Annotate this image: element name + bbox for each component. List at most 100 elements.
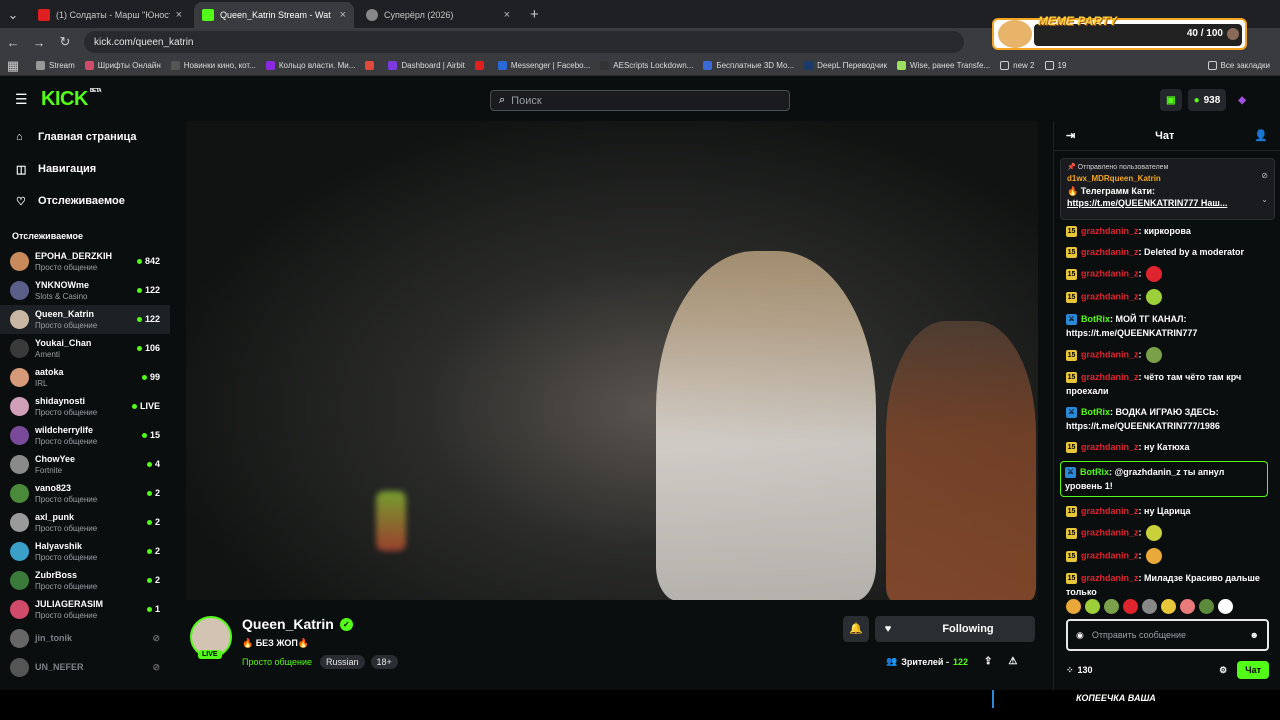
pinned-user[interactable]: d1wx_MDRqueen_Katrin bbox=[1067, 174, 1268, 183]
emote-icon[interactable] bbox=[1218, 599, 1233, 614]
users-icon[interactable]: 👤 bbox=[1254, 129, 1268, 142]
chat-username[interactable]: grazhdanin_z bbox=[1081, 291, 1139, 301]
followed-channel[interactable]: vano823 Просто общение 2 bbox=[0, 479, 170, 508]
bookmark[interactable]: Stream bbox=[36, 61, 75, 70]
chat-username[interactable]: grazhdanin_z bbox=[1081, 247, 1139, 257]
chat-username[interactable]: grazhdanin_z bbox=[1081, 349, 1139, 359]
kick-logo[interactable]: KICK BETA bbox=[41, 88, 102, 111]
share-icon[interactable]: ⇪ bbox=[984, 656, 992, 667]
tag[interactable]: 18+ bbox=[370, 655, 398, 669]
bookmark[interactable]: Бесплатные 3D Мо... bbox=[703, 61, 794, 70]
send-chat-button[interactable]: Чат bbox=[1237, 661, 1269, 679]
emote-icon[interactable] bbox=[1066, 599, 1081, 614]
chat-username[interactable]: BotRix bbox=[1081, 407, 1110, 417]
gear-icon[interactable]: ⚙ bbox=[1219, 665, 1227, 676]
follow-button[interactable]: ♥ Following bbox=[875, 616, 1035, 642]
chat-username[interactable]: grazhdanin_z bbox=[1081, 573, 1139, 583]
chat-username[interactable]: grazhdanin_z bbox=[1081, 268, 1139, 278]
followed-channel[interactable]: Halyavshik Просто общение 2 bbox=[0, 537, 170, 566]
emote-icon[interactable] bbox=[1104, 599, 1119, 614]
sub-badge-icon: 15 bbox=[1066, 349, 1077, 361]
apps-icon[interactable]: ▦ bbox=[0, 58, 26, 74]
followed-channel[interactable]: ZubrBoss Просто общение 2 bbox=[0, 566, 170, 595]
stream-manager-icon[interactable]: ▣ bbox=[1160, 89, 1182, 111]
report-icon[interactable]: ⚠ bbox=[1008, 656, 1017, 667]
bookmark[interactable]: Wise, ранее Transfe... bbox=[896, 61, 990, 70]
chat-username[interactable]: grazhdanin_z bbox=[1081, 550, 1139, 560]
emote-icon[interactable] bbox=[1142, 599, 1157, 614]
avatar bbox=[10, 397, 29, 416]
followed-channel[interactable]: ChowYee Fortnite 4 bbox=[0, 450, 170, 479]
kick-points-balance[interactable]: ● 938 bbox=[1187, 89, 1227, 111]
chat-username[interactable]: BotRix bbox=[1081, 314, 1110, 324]
avatar[interactable]: ◆ bbox=[1232, 89, 1252, 111]
followed-channel[interactable]: shidaynosti Просто общение LIVE bbox=[0, 392, 170, 421]
all-bookmarks[interactable]: Все закладки bbox=[1207, 61, 1270, 70]
followed-channel[interactable]: wildcherrylife Просто общение 15 bbox=[0, 421, 170, 450]
search-input[interactable]: ⌕ Поиск bbox=[490, 90, 790, 111]
nav-following[interactable]: ♡ Отслеживаемое bbox=[0, 185, 170, 217]
unpin-icon[interactable]: ⊘ bbox=[1261, 171, 1268, 180]
reload-icon[interactable]: ↻ bbox=[52, 34, 78, 50]
followed-channel[interactable]: JULIAGERASIM Просто общение 1 bbox=[0, 595, 170, 624]
followed-channel[interactable]: Youkai_Chan Amenti 106 bbox=[0, 334, 170, 363]
emote-icon[interactable] bbox=[1085, 599, 1100, 614]
emote-icon[interactable] bbox=[1180, 599, 1195, 614]
chat-points[interactable]: 130 bbox=[1078, 665, 1093, 675]
smile-icon[interactable]: ☻ bbox=[1250, 630, 1259, 640]
followed-channel[interactable]: YNKNOWme Slots & Casino 122 bbox=[0, 276, 170, 305]
chat-username[interactable]: grazhdanin_z bbox=[1081, 527, 1139, 537]
bookmark-folder[interactable]: new 2 bbox=[1000, 61, 1035, 70]
close-tab-icon[interactable]: × bbox=[504, 9, 510, 21]
collapse-chat-icon[interactable]: ⇥ bbox=[1066, 129, 1075, 142]
browser-tab[interactable]: (1) Солдаты - Марш "Юность × bbox=[30, 2, 190, 28]
emote-picker-icon[interactable]: ◉ bbox=[1076, 630, 1084, 641]
chat-username[interactable]: BotRix bbox=[1080, 467, 1109, 477]
category-link[interactable]: Просто общение bbox=[242, 657, 312, 667]
followed-channel-category: Просто общение bbox=[35, 320, 98, 330]
close-tab-icon[interactable]: × bbox=[176, 9, 182, 21]
video-person bbox=[886, 321, 1036, 600]
nav-home[interactable]: ⌂ Главная страница bbox=[0, 121, 170, 153]
followed-channel[interactable]: axl_punk Просто общение 2 bbox=[0, 508, 170, 537]
back-icon[interactable]: ← bbox=[0, 35, 26, 50]
bookmark[interactable]: Шрифты Онлайн bbox=[84, 61, 161, 70]
chat-username[interactable]: grazhdanin_z bbox=[1081, 506, 1139, 516]
browser-tab[interactable]: Суперёрл (2026) × bbox=[358, 2, 518, 28]
followed-channel[interactable]: aatoka IRL 99 bbox=[0, 363, 170, 392]
bookmark[interactable]: Новинки кино, кот... bbox=[170, 61, 256, 70]
chat-username[interactable]: grazhdanin_z bbox=[1081, 372, 1139, 382]
menu-icon[interactable]: ☰ bbox=[15, 91, 29, 108]
expand-icon[interactable]: ⌄ bbox=[1261, 195, 1268, 204]
chat-username[interactable]: grazhdanin_z bbox=[1081, 226, 1139, 236]
chat-messages: 15 grazhdanin_z: киркорова 15 grazhdanin_z:… bbox=[1060, 224, 1271, 606]
bookmark[interactable]: Messenger | Facebo... bbox=[497, 61, 590, 70]
channel-name[interactable]: Queen_Katrin ✓ bbox=[242, 616, 353, 632]
forward-icon[interactable]: → bbox=[26, 35, 52, 50]
new-tab-button[interactable]: + bbox=[530, 2, 539, 28]
video-player[interactable] bbox=[186, 121, 1038, 600]
chat-username[interactable]: grazhdanin_z bbox=[1081, 442, 1139, 452]
nav-browse[interactable]: ◫ Навигация bbox=[0, 153, 170, 185]
browser-tab-active[interactable]: Queen_Katrin Stream - Wat × bbox=[194, 2, 354, 28]
followed-channel[interactable]: Queen_Katrin Просто общение 122 bbox=[0, 305, 170, 334]
followed-channel[interactable]: UN_NEFER ⊘ bbox=[0, 653, 170, 682]
emote-icon[interactable] bbox=[1161, 599, 1176, 614]
url-input[interactable]: kick.com/queen_katrin bbox=[84, 31, 964, 53]
bookmark-folder[interactable]: 19 bbox=[1044, 61, 1066, 70]
close-tab-icon[interactable]: × bbox=[340, 9, 346, 21]
followed-channel[interactable]: EPOHA_DERZKIH Просто общение 842 bbox=[0, 247, 170, 276]
followed-channel[interactable]: jin_tonik ⊘ bbox=[0, 624, 170, 653]
bookmark[interactable]: Dashboard | Airbit bbox=[388, 61, 465, 70]
bookmark[interactable] bbox=[474, 61, 488, 70]
emote-icon[interactable] bbox=[1199, 599, 1214, 614]
tab-search-icon[interactable]: ⌄ bbox=[0, 2, 26, 28]
emote-icon[interactable] bbox=[1123, 599, 1138, 614]
bookmark[interactable]: Кольцо власти. Ми... bbox=[265, 61, 355, 70]
bookmark[interactable] bbox=[365, 61, 378, 70]
chat-input[interactable]: ◉ Отправить сообщение ☻ bbox=[1066, 619, 1269, 651]
bookmark[interactable]: AEScripts Lockdown... bbox=[600, 61, 693, 70]
bookmark[interactable]: DeepL Переводчик bbox=[804, 61, 887, 70]
tag[interactable]: Russian bbox=[319, 655, 365, 669]
notifications-button[interactable]: 🔔 bbox=[843, 616, 869, 642]
